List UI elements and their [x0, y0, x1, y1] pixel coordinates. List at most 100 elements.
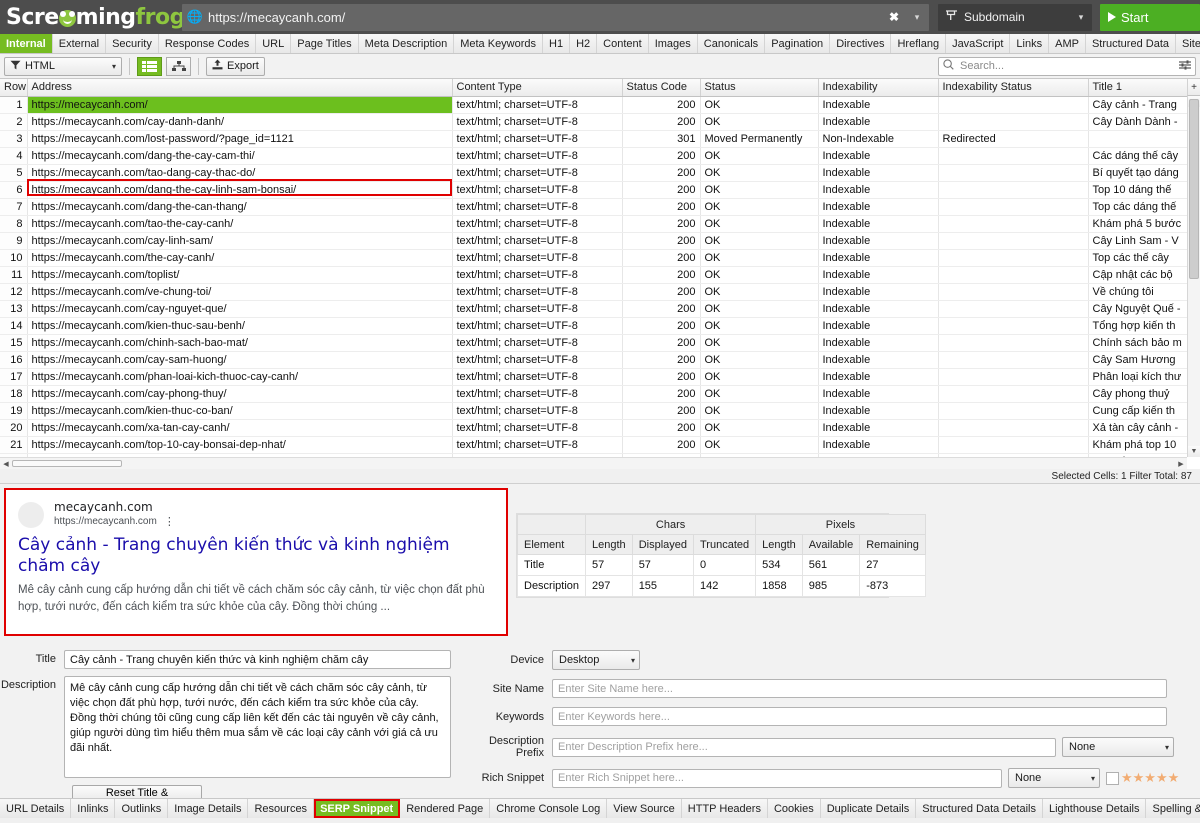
cell-row-number[interactable]: 15: [0, 334, 27, 351]
cell-content-type[interactable]: text/html; charset=UTF-8: [452, 249, 622, 266]
cell-row-number[interactable]: 16: [0, 351, 27, 368]
detail-tab-structured-data-details[interactable]: Structured Data Details: [916, 799, 1043, 818]
cell-status[interactable]: OK: [700, 436, 818, 453]
tab-structured-data[interactable]: Structured Data: [1086, 34, 1176, 53]
cell-address[interactable]: https://mecaycanh.com/cay-linh-sam/: [27, 232, 452, 249]
cell-status[interactable]: OK: [700, 249, 818, 266]
tab-external[interactable]: External: [53, 34, 106, 53]
tab-h1[interactable]: H1: [543, 34, 570, 53]
detail-tab-lighthouse-details[interactable]: Lighthouse Details: [1043, 799, 1147, 818]
cell-status[interactable]: OK: [700, 283, 818, 300]
cell-indexability[interactable]: Indexable: [818, 351, 938, 368]
cell-indexability-status[interactable]: [938, 300, 1088, 317]
table-row[interactable]: 7https://mecaycanh.com/dang-the-can-than…: [0, 198, 1200, 215]
cell-address[interactable]: https://mecaycanh.com/chinh-sach-bao-mat…: [27, 334, 452, 351]
tab-response-codes[interactable]: Response Codes: [159, 34, 256, 53]
tab-meta-description[interactable]: Meta Description: [359, 34, 455, 53]
cell-title1[interactable]: Top các thế cây: [1088, 249, 1200, 266]
cell-status[interactable]: OK: [700, 317, 818, 334]
cell-row-number[interactable]: 3: [0, 130, 27, 147]
cell-status-code[interactable]: 200: [622, 402, 700, 419]
cell-title1[interactable]: Cây Dành Dành -: [1088, 113, 1200, 130]
cell-title1[interactable]: [1088, 130, 1200, 147]
cell-title1[interactable]: Tổng hợp kiến th: [1088, 317, 1200, 334]
cell-indexability[interactable]: Indexable: [818, 96, 938, 113]
tab-pagination[interactable]: Pagination: [765, 34, 830, 53]
export-button[interactable]: Export: [206, 57, 265, 76]
table-row[interactable]: 6https://mecaycanh.com/dang-the-cay-linh…: [0, 181, 1200, 198]
cell-indexability[interactable]: Non-Indexable: [818, 130, 938, 147]
cell-indexability[interactable]: Indexable: [818, 113, 938, 130]
detail-tab-duplicate-details[interactable]: Duplicate Details: [821, 799, 917, 818]
cell-title1[interactable]: Về chúng tôi: [1088, 283, 1200, 300]
cell-row-number[interactable]: 7: [0, 198, 27, 215]
cell-content-type[interactable]: text/html; charset=UTF-8: [452, 96, 622, 113]
cell-status[interactable]: OK: [700, 198, 818, 215]
table-row[interactable]: 5https://mecaycanh.com/tao-dang-cay-thac…: [0, 164, 1200, 181]
list-view-icon[interactable]: [137, 57, 162, 76]
cell-indexability[interactable]: Indexable: [818, 147, 938, 164]
cell-status[interactable]: OK: [700, 181, 818, 198]
cell-content-type[interactable]: text/html; charset=UTF-8: [452, 232, 622, 249]
close-icon[interactable]: ✖: [883, 10, 905, 24]
cell-indexability-status[interactable]: [938, 96, 1088, 113]
cell-status-code[interactable]: 200: [622, 215, 700, 232]
cell-indexability-status[interactable]: [938, 419, 1088, 436]
cell-row-number[interactable]: 1: [0, 96, 27, 113]
cell-row-number[interactable]: 20: [0, 419, 27, 436]
scroll-right-icon[interactable]: ▶: [1175, 458, 1187, 469]
tab-security[interactable]: Security: [106, 34, 159, 53]
table-row[interactable]: 4https://mecaycanh.com/dang-the-cay-cam-…: [0, 147, 1200, 164]
cell-content-type[interactable]: text/html; charset=UTF-8: [452, 334, 622, 351]
cell-content-type[interactable]: text/html; charset=UTF-8: [452, 385, 622, 402]
tab-sitemaps[interactable]: Sitemaps: [1176, 34, 1200, 53]
chevron-down-icon[interactable]: ▾: [905, 12, 929, 23]
description-prefix-input[interactable]: [552, 738, 1056, 757]
cell-indexability-status[interactable]: [938, 198, 1088, 215]
cell-address[interactable]: https://mecaycanh.com/kien-thuc-co-ban/: [27, 402, 452, 419]
tab-directives[interactable]: Directives: [830, 34, 891, 53]
cell-content-type[interactable]: text/html; charset=UTF-8: [452, 215, 622, 232]
horizontal-scroll-thumb[interactable]: [12, 460, 122, 467]
chevron-down-icon[interactable]: ▾: [1070, 12, 1092, 23]
cell-indexability[interactable]: Indexable: [818, 283, 938, 300]
cell-indexability[interactable]: Indexable: [818, 419, 938, 436]
start-crawl-button[interactable]: Start: [1100, 4, 1200, 31]
cell-content-type[interactable]: text/html; charset=UTF-8: [452, 317, 622, 334]
column-header-address[interactable]: Address: [27, 79, 452, 96]
cell-content-type[interactable]: text/html; charset=UTF-8: [452, 368, 622, 385]
tab-images[interactable]: Images: [649, 34, 698, 53]
cell-indexability[interactable]: Indexable: [818, 334, 938, 351]
detail-tab-url-details[interactable]: URL Details: [0, 799, 71, 818]
cell-row-number[interactable]: 10: [0, 249, 27, 266]
table-row[interactable]: 18https://mecaycanh.com/cay-phong-thuy/t…: [0, 385, 1200, 402]
cell-indexability-status[interactable]: [938, 334, 1088, 351]
search-box[interactable]: [938, 57, 1196, 76]
cell-status[interactable]: OK: [700, 385, 818, 402]
cell-indexability-status[interactable]: [938, 351, 1088, 368]
cell-row-number[interactable]: 8: [0, 215, 27, 232]
table-horizontal-scrollbar[interactable]: ◀ ▶: [0, 457, 1187, 469]
cell-status[interactable]: OK: [700, 147, 818, 164]
cell-status-code[interactable]: 200: [622, 96, 700, 113]
column-header-indexability[interactable]: Indexability: [818, 79, 938, 96]
table-row[interactable]: 2https://mecaycanh.com/cay-danh-danh/tex…: [0, 113, 1200, 130]
cell-indexability[interactable]: Indexable: [818, 198, 938, 215]
cell-status-code[interactable]: 200: [622, 164, 700, 181]
cell-content-type[interactable]: text/html; charset=UTF-8: [452, 113, 622, 130]
column-header-content-type[interactable]: Content Type: [452, 79, 622, 96]
cell-status-code[interactable]: 200: [622, 249, 700, 266]
cell-address[interactable]: https://mecaycanh.com/tao-the-cay-canh/: [27, 215, 452, 232]
cell-indexability[interactable]: Indexable: [818, 249, 938, 266]
tab-internal[interactable]: Internal: [0, 34, 53, 53]
cell-status[interactable]: OK: [700, 300, 818, 317]
crawl-results-table-region[interactable]: RowAddressContent TypeStatus CodeStatusI…: [0, 79, 1200, 469]
sliders-icon[interactable]: [1179, 60, 1191, 73]
detail-tab-strip[interactable]: URL DetailsInlinksOutlinksImage DetailsR…: [0, 798, 1200, 818]
cell-address[interactable]: https://mecaycanh.com/lost-password/?pag…: [27, 130, 452, 147]
description-textarea[interactable]: [64, 676, 451, 778]
tab-url[interactable]: URL: [256, 34, 291, 53]
table-row[interactable]: 14https://mecaycanh.com/kien-thuc-sau-be…: [0, 317, 1200, 334]
cell-address[interactable]: https://mecaycanh.com/dang-the-can-thang…: [27, 198, 452, 215]
column-header-status[interactable]: Status: [700, 79, 818, 96]
